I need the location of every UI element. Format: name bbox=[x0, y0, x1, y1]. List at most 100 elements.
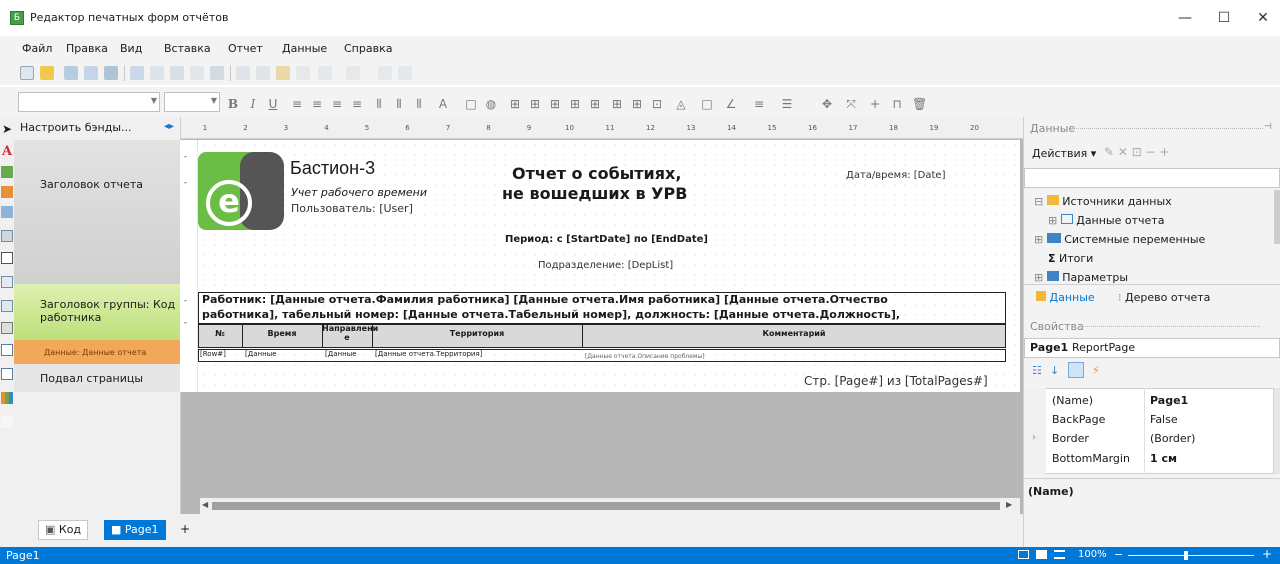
zoom-out-button[interactable]: − bbox=[1114, 548, 1123, 561]
paste-icon[interactable] bbox=[276, 66, 290, 80]
report-subtitle[interactable]: Учет рабочего времени bbox=[291, 186, 427, 199]
table-object-icon[interactable] bbox=[1, 230, 13, 242]
save-all-icon[interactable] bbox=[84, 66, 98, 80]
fit-icon[interactable]: ⤧ bbox=[844, 97, 858, 111]
menu-data[interactable]: Данные bbox=[282, 42, 327, 55]
sort-az-icon[interactable]: ↓ bbox=[1050, 364, 1059, 377]
barcode-object-icon[interactable] bbox=[1, 322, 13, 334]
events-icon[interactable]: ⚡ bbox=[1092, 364, 1100, 377]
justify-icon[interactable]: ≡ bbox=[350, 97, 364, 111]
preview-icon[interactable] bbox=[104, 66, 118, 80]
line-color-icon[interactable]: ∠ bbox=[724, 97, 738, 111]
tab-data[interactable]: Данные bbox=[1036, 291, 1095, 304]
configure-bands-button[interactable]: Настроить бэнды... bbox=[20, 121, 132, 134]
view-normal-icon[interactable] bbox=[1018, 550, 1029, 559]
new-report-icon[interactable] bbox=[20, 66, 34, 80]
add-page-icon[interactable] bbox=[150, 66, 164, 80]
save-icon[interactable] bbox=[64, 66, 78, 80]
picture-object-icon[interactable] bbox=[1, 166, 13, 178]
frame-left-icon[interactable]: ⊞ bbox=[548, 97, 562, 111]
align-right-icon[interactable]: ≡ bbox=[330, 97, 344, 111]
division-field[interactable]: Подразделение: [DepList] bbox=[538, 260, 673, 271]
menu-insert[interactable]: Вставка bbox=[164, 42, 211, 55]
add-tab-button[interactable]: + bbox=[180, 522, 190, 536]
line-width-icon[interactable]: ≡ bbox=[752, 97, 766, 111]
data-cell-row[interactable]: [Row#] bbox=[200, 350, 226, 358]
subreport-icon[interactable] bbox=[1, 206, 13, 218]
cut-icon[interactable] bbox=[236, 66, 250, 80]
band-page-footer[interactable]: Подвал страницы bbox=[14, 364, 181, 392]
band-report-title[interactable]: Заголовок отчета bbox=[14, 140, 181, 284]
report-title-line1[interactable]: Отчет о событиях, bbox=[512, 164, 681, 183]
open-folder-icon[interactable] bbox=[40, 66, 54, 80]
style-icon[interactable]: ◍ bbox=[484, 97, 498, 111]
chart-object-icon[interactable] bbox=[1, 392, 13, 404]
close-button[interactable]: ✕ bbox=[1240, 0, 1280, 36]
period-field[interactable]: Период: с [StartDate] по [EndDate] bbox=[505, 234, 708, 245]
border-color-icon[interactable]: □ bbox=[700, 97, 714, 111]
valign-bottom-icon[interactable]: ⫴ bbox=[412, 97, 426, 111]
zoom-slider-track[interactable] bbox=[1128, 555, 1254, 556]
scroll-left-arrow[interactable]: ◀ bbox=[202, 500, 208, 509]
matrix-object-icon[interactable] bbox=[1, 276, 13, 288]
dialog-icon[interactable] bbox=[210, 66, 224, 80]
tree-item-system-vars[interactable]: ⊞ Системные переменные bbox=[1034, 233, 1280, 246]
column-header-num[interactable]: № bbox=[198, 329, 242, 338]
copy-icon[interactable] bbox=[256, 66, 270, 80]
tree-item-params[interactable]: ⊞ Параметры bbox=[1034, 271, 1280, 283]
frame-style-icon[interactable]: ⊡ bbox=[650, 97, 664, 111]
layout-icon[interactable]: ⊓ bbox=[890, 97, 904, 111]
align-left-icon[interactable]: ≡ bbox=[290, 97, 304, 111]
menu-file[interactable]: Файл bbox=[22, 42, 52, 55]
frame-right-icon[interactable]: ⊞ bbox=[568, 97, 582, 111]
column-header-time[interactable]: Время bbox=[242, 329, 322, 338]
zoom-in-button[interactable]: + bbox=[1262, 547, 1272, 561]
column-header-direction[interactable]: Направлени е bbox=[322, 324, 378, 342]
center-icon[interactable]: + bbox=[868, 97, 882, 111]
collapse-icon[interactable]: ◂▸ bbox=[164, 121, 174, 132]
categorized-icon[interactable]: ☷ bbox=[1032, 364, 1042, 377]
menu-edit[interactable]: Правка bbox=[66, 42, 108, 55]
copy-page-icon[interactable] bbox=[170, 66, 184, 80]
italic-button[interactable]: I bbox=[246, 97, 260, 111]
menu-view[interactable]: Вид bbox=[120, 42, 142, 55]
underline-button[interactable]: U bbox=[266, 97, 280, 111]
prop-border-value[interactable]: (Border) bbox=[1150, 432, 1195, 445]
tree-item-totals[interactable]: Σ Итоги bbox=[1048, 252, 1280, 265]
valign-middle-icon[interactable]: ⫴ bbox=[392, 97, 406, 111]
data-cell-territory[interactable]: [Данные отчета.Территория] bbox=[375, 350, 482, 358]
frame-top-icon[interactable]: ⊞ bbox=[508, 97, 522, 111]
undo-icon[interactable] bbox=[318, 66, 332, 80]
fill-color-icon[interactable]: ◬ bbox=[674, 97, 688, 111]
properties-icon[interactable] bbox=[1068, 362, 1084, 378]
data-cell-time[interactable]: [Данные bbox=[245, 350, 276, 358]
view-width-icon[interactable] bbox=[1054, 550, 1065, 559]
align-grid-icon[interactable]: ✥ bbox=[820, 97, 834, 111]
menu-help[interactable]: Справка bbox=[344, 42, 392, 55]
delete-page-icon[interactable] bbox=[190, 66, 204, 80]
highlight-icon[interactable]: □ bbox=[464, 97, 478, 111]
richtext-object-icon[interactable] bbox=[1, 368, 13, 380]
tab-page1[interactable]: ■ Page1 bbox=[104, 520, 166, 540]
tree-item-report-data[interactable]: ⊞ Данные отчета bbox=[1048, 214, 1280, 227]
svg-object-icon[interactable] bbox=[1, 186, 13, 198]
expand-icon[interactable]: › bbox=[1032, 432, 1036, 443]
text-object-icon[interactable]: A bbox=[2, 144, 12, 159]
align-center-icon[interactable]: ≡ bbox=[310, 97, 324, 111]
user-field[interactable]: Пользователь: [User] bbox=[291, 202, 413, 215]
actions-dropdown[interactable]: Действия ▾ bbox=[1032, 147, 1096, 160]
column-header-territory[interactable]: Территория bbox=[372, 329, 582, 338]
scroll-right-arrow[interactable]: ▶ bbox=[1006, 500, 1012, 509]
shadow-icon[interactable]: ⊞ bbox=[630, 97, 644, 111]
pointer-icon[interactable]: ➤ bbox=[2, 122, 12, 136]
tree-item-datasources[interactable]: ⊟ Источники данных bbox=[1034, 195, 1280, 208]
data-cell-direction[interactable]: [Данные bbox=[325, 350, 356, 358]
tab-report-tree[interactable]: ⁝ Дерево отчета bbox=[1118, 291, 1210, 304]
page-settings-icon[interactable] bbox=[130, 66, 144, 80]
valign-top-icon[interactable]: ⫴ bbox=[372, 97, 386, 111]
band-group-header[interactable]: Заголовок группы: Код работника bbox=[14, 284, 181, 340]
text-color-icon[interactable]: A bbox=[436, 97, 450, 111]
property-scrollbar[interactable] bbox=[1274, 388, 1280, 474]
ungroup-icon[interactable] bbox=[398, 66, 412, 80]
pin-icon[interactable]: ⊣ bbox=[1264, 122, 1272, 132]
